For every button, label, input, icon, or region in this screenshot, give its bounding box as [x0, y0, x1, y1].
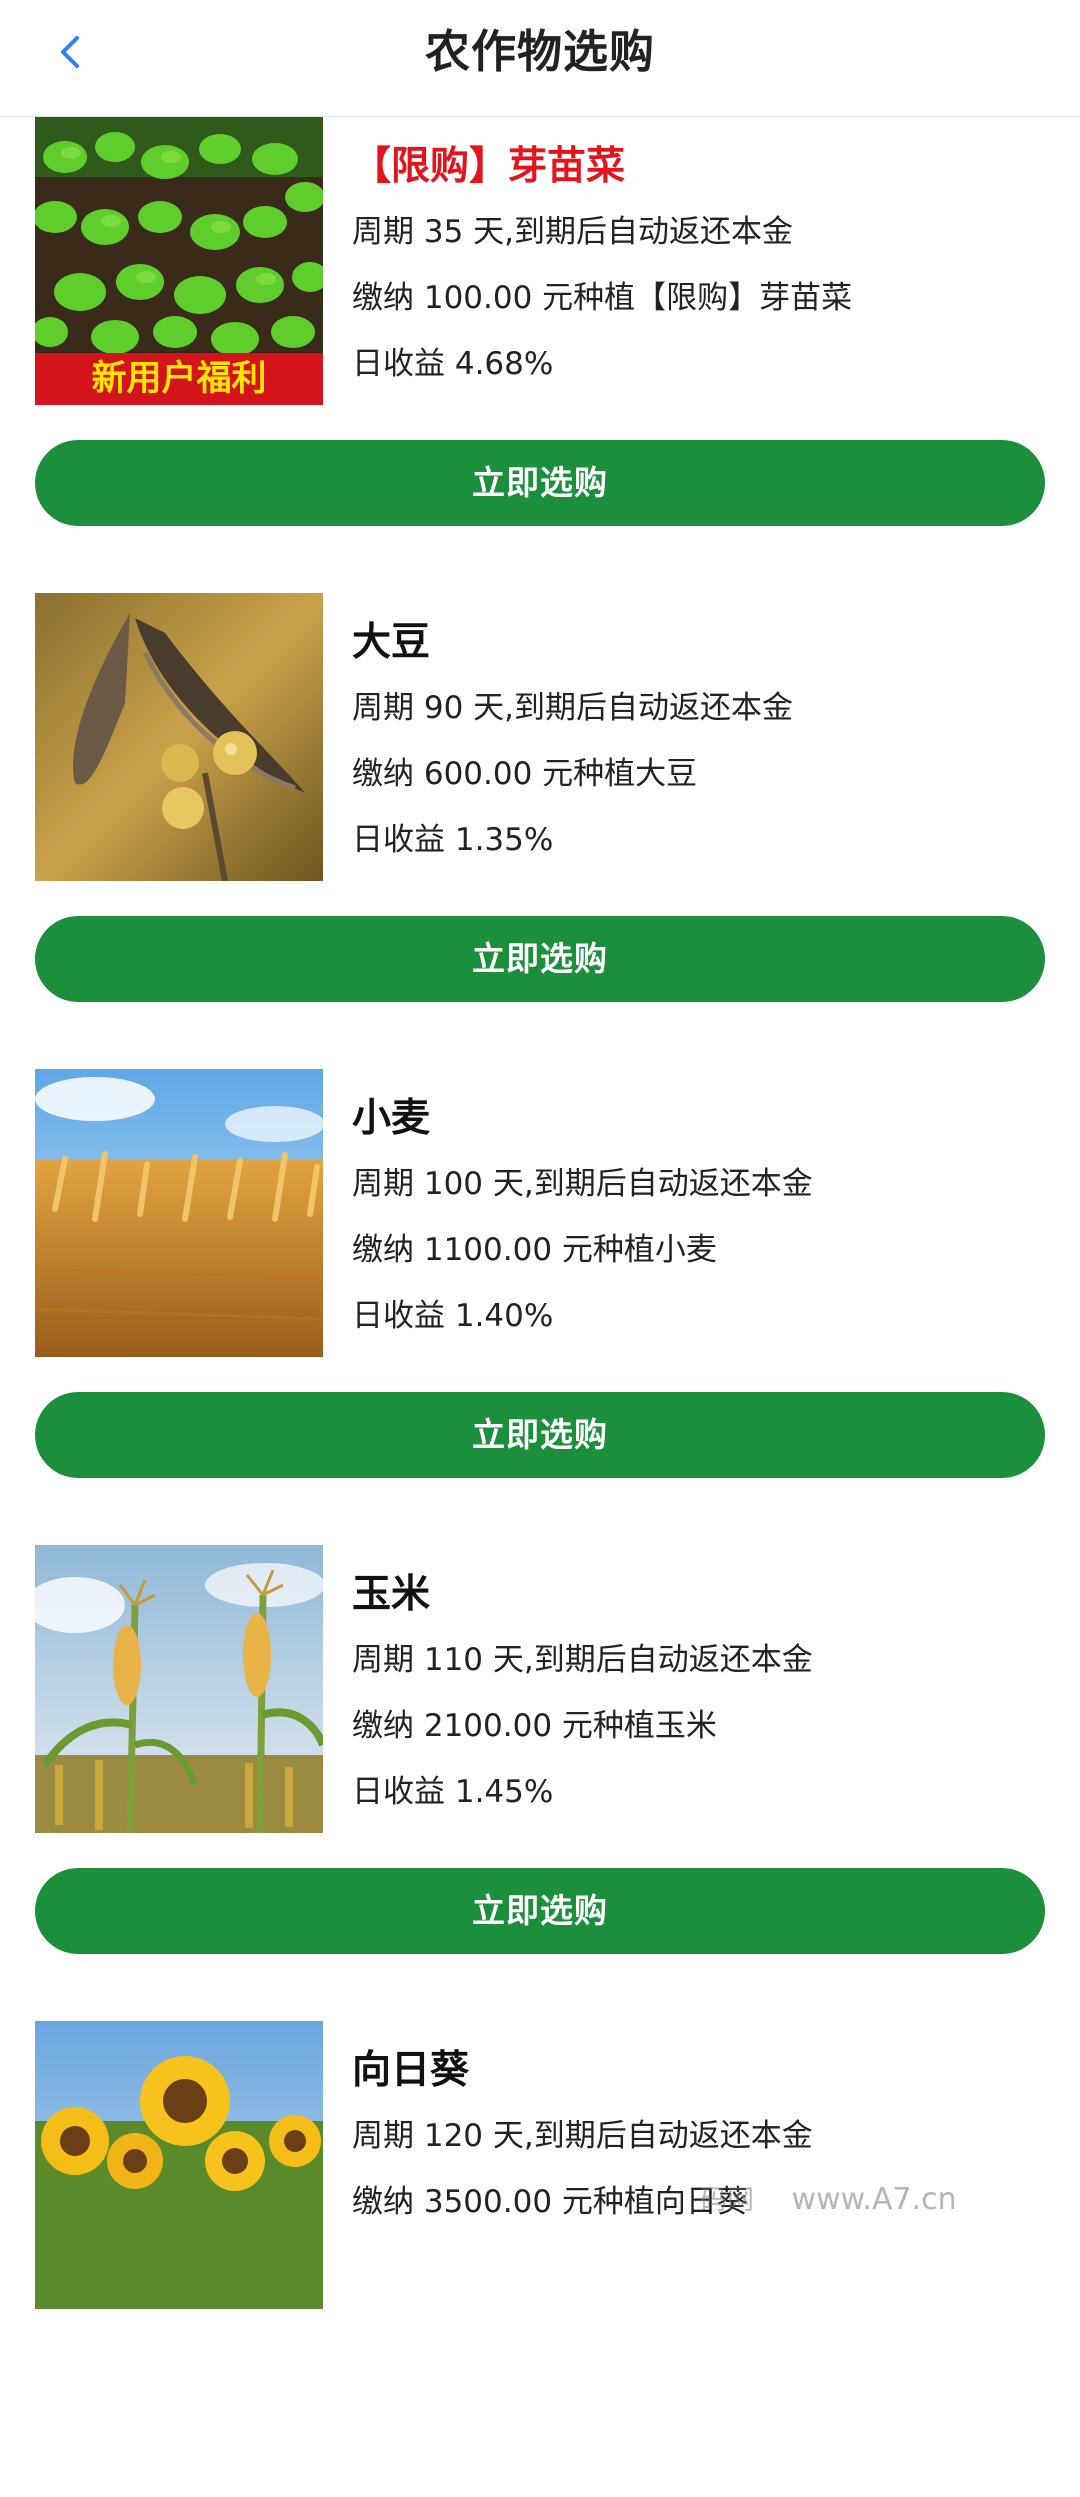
product-daily-return: 日收益 1.45%: [352, 1774, 554, 1810]
product-payment: 缴纳 600.00 元种植大豆: [352, 756, 698, 792]
buy-now-button[interactable]: 立即选购: [35, 916, 1045, 1002]
product-cycle: 周期 35 天,到期后自动返还本金: [352, 214, 794, 250]
product-image-sunflower: [35, 2021, 323, 2309]
product-payment: 缴纳 100.00 元种植【限购】芽苗菜: [352, 280, 853, 316]
product-image-soybean: [35, 593, 323, 881]
watermark-url: www.A7.cn: [791, 2182, 957, 2217]
product-name: 玉米: [352, 1572, 431, 1617]
product-cycle: 周期 90 天,到期后自动返还本金: [352, 690, 794, 726]
product-name: 大豆: [352, 620, 431, 665]
product-card: 玉米 周期 110 天,到期后自动返还本金 缴纳 2100.00 元种植玉米 日…: [0, 1545, 1080, 2021]
buy-now-button[interactable]: 立即选购: [35, 1392, 1045, 1478]
product-cycle: 周期 110 天,到期后自动返还本金: [352, 1642, 813, 1678]
product-cycle: 周期 100 天,到期后自动返还本金: [352, 1166, 813, 1202]
product-card: 小麦 周期 100 天,到期后自动返还本金 缴纳 1100.00 元种植小麦 日…: [0, 1069, 1080, 1545]
top-bar: 农作物选购: [0, 0, 1080, 117]
buy-now-button[interactable]: 立即选购: [35, 1868, 1045, 1954]
product-image-sprouts: 新用户福利: [35, 117, 323, 405]
product-daily-return: 日收益 1.40%: [352, 1298, 554, 1334]
product-name: 小麦: [352, 1096, 431, 1141]
buy-now-button[interactable]: 立即选购: [35, 440, 1045, 526]
product-card: 新用户福利 【限购】芽苗菜 周期 35 天,到期后自动返还本金 缴纳 100.0…: [0, 117, 1080, 593]
product-daily-return: 日收益 1.35%: [352, 822, 554, 858]
product-payment: 缴纳 2100.00 元种植玉米: [352, 1708, 717, 1744]
product-payment: 缴纳 1100.00 元种植小麦: [352, 1232, 717, 1268]
product-cycle: 周期 120 天,到期后自动返还本金: [352, 2118, 813, 2154]
product-name: 向日葵: [352, 2048, 470, 2093]
product-card: 向日葵 周期 120 天,到期后自动返还本金 缴纳 3500.00 元种植向日葵: [0, 2021, 1080, 2497]
product-image-wheat: [35, 1069, 323, 1357]
product-card: 大豆 周期 90 天,到期后自动返还本金 缴纳 600.00 元种植大豆 日收益…: [0, 593, 1080, 1069]
product-image-corn: [35, 1545, 323, 1833]
new-user-banner-text: 新用户福利: [91, 359, 267, 399]
product-daily-return: 日收益 4.68%: [352, 346, 554, 382]
watermark-cn: 码网: [700, 2185, 754, 2216]
product-name: 【限购】芽苗菜: [352, 144, 626, 189]
product-payment: 缴纳 3500.00 元种植向日葵: [352, 2184, 748, 2220]
watermark: 码网 www.A7.cn: [700, 2178, 957, 2217]
page-title: 农作物选购: [424, 25, 655, 78]
